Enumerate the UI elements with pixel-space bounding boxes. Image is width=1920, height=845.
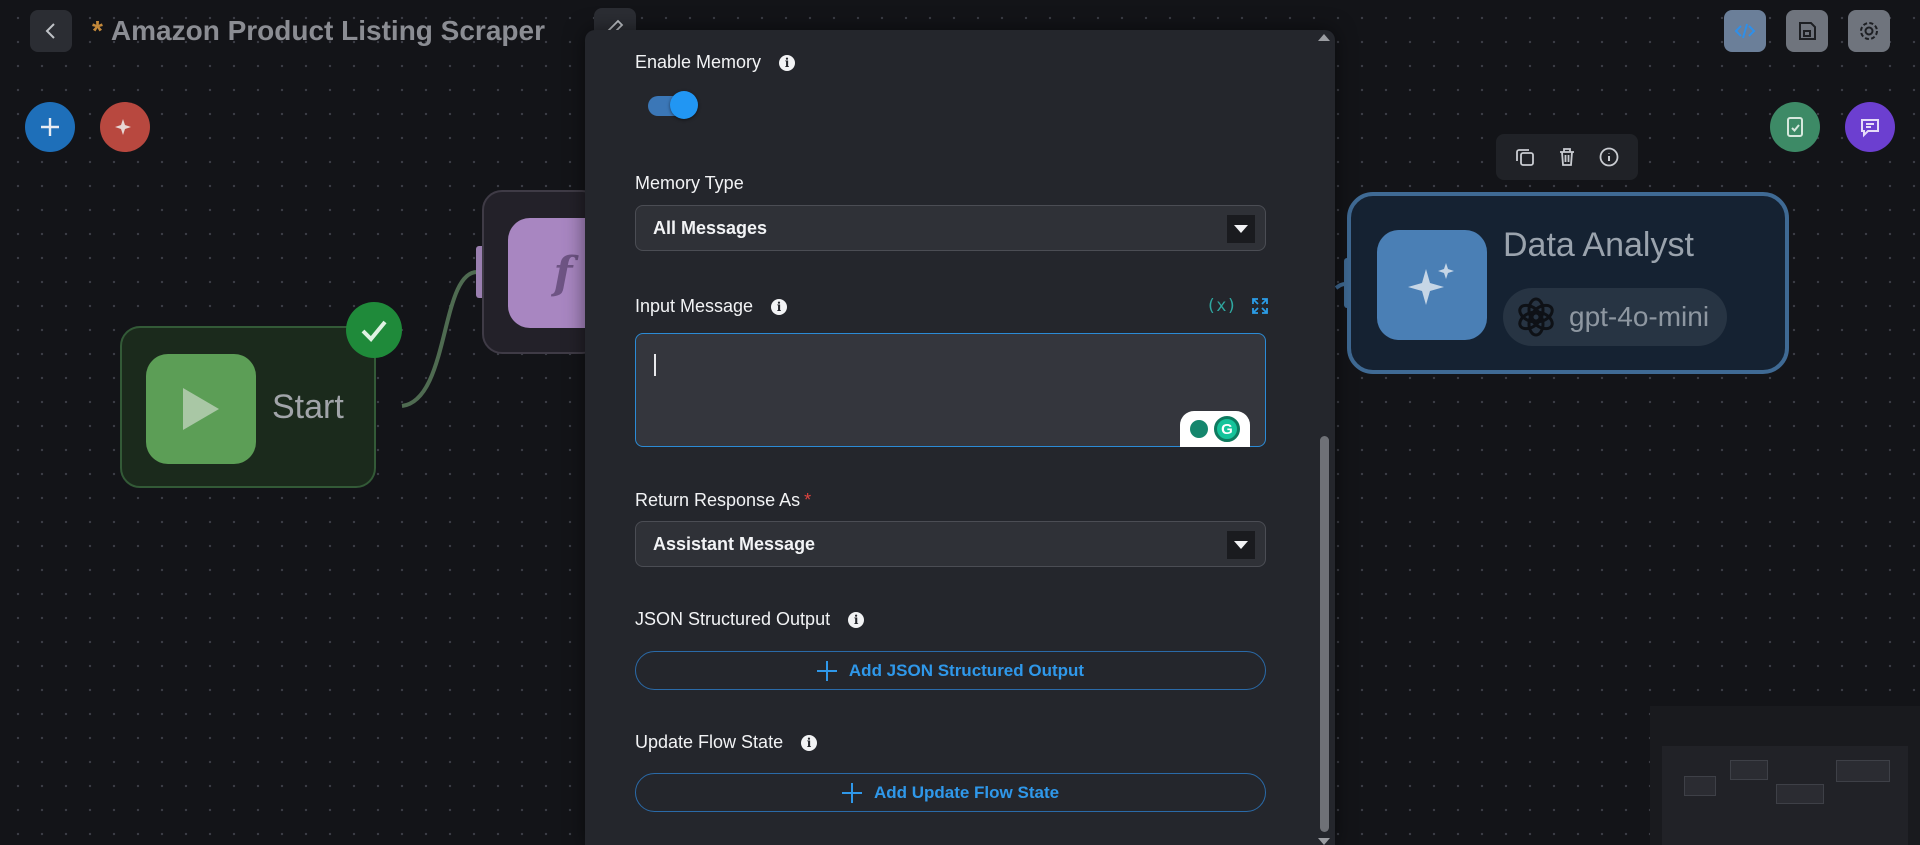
info-icon[interactable] [1598, 146, 1620, 168]
text-cursor [654, 354, 656, 376]
input-message-label-row: Input Message i [635, 296, 788, 317]
chevron-down-icon [1227, 531, 1255, 559]
info-icon[interactable]: i [848, 611, 865, 628]
info-icon[interactable]: i [801, 734, 818, 751]
json-output-label: JSON Structured Output [635, 609, 831, 629]
enable-memory-label: Enable Memory [635, 52, 762, 72]
update-flow-state-label: Update Flow State [635, 732, 784, 752]
info-icon[interactable]: i [779, 54, 796, 71]
expand-icon[interactable] [1251, 297, 1269, 315]
memory-type-label-row: Memory Type [635, 173, 744, 194]
plus-icon [841, 782, 862, 803]
function-icon: f [553, 247, 573, 299]
input-message-label: Input Message [635, 296, 754, 316]
start-node[interactable]: Start [120, 326, 376, 488]
grammarly-logo-icon: G [1214, 416, 1240, 442]
variable-icon[interactable]: (x) [1206, 296, 1237, 316]
minimap-node [1730, 760, 1768, 780]
memory-type-value: All Messages [653, 217, 768, 238]
scroll-up-arrow[interactable] [1318, 34, 1330, 41]
trash-icon[interactable] [1556, 146, 1578, 168]
return-response-select[interactable]: Assistant Message [635, 521, 1266, 567]
custom-function-node[interactable]: f [482, 190, 602, 354]
copy-icon[interactable] [1514, 146, 1536, 168]
minimap-node [1836, 760, 1890, 782]
agent-node-name: Data Analyst [1503, 226, 1694, 264]
start-node-icon-box [146, 354, 256, 464]
return-response-label: Return Response As [635, 490, 801, 510]
add-update-flow-state-button[interactable]: Add Update Flow State [635, 773, 1266, 812]
info-icon[interactable]: i [771, 298, 788, 315]
play-icon [183, 388, 219, 430]
agent-model-name: gpt-4o-mini [1569, 301, 1710, 332]
memory-type-label: Memory Type [635, 173, 744, 193]
lightbulb-icon [1190, 420, 1208, 438]
input-message-textarea[interactable] [635, 333, 1266, 447]
agent-node-icon-box [1377, 230, 1487, 340]
json-output-label-row: JSON Structured Output i [635, 609, 865, 630]
sparkles-icon [1408, 263, 1454, 305]
start-node-label: Start [272, 388, 344, 426]
check-icon [361, 320, 387, 342]
chevron-down-icon [1227, 215, 1255, 243]
required-marker: * [804, 490, 812, 510]
minimap-node [1776, 784, 1824, 804]
return-response-value: Assistant Message [653, 533, 816, 554]
node-toolbar [1496, 134, 1638, 180]
input-message-tools: (x) [1206, 296, 1269, 316]
add-update-flow-state-label: Add Update Flow State [873, 782, 1060, 802]
model-chip: gpt-4o-mini [1503, 288, 1728, 346]
toggle-knob [670, 91, 698, 119]
agent-node[interactable]: Data Analyst gpt-4o-mini [1347, 192, 1789, 374]
enable-memory-label-row: Enable Memory i [635, 52, 796, 73]
enable-memory-toggle[interactable] [648, 91, 698, 119]
plus-icon [816, 660, 837, 681]
minimap-viewport [1662, 746, 1908, 845]
add-json-structured-output-button[interactable]: Add JSON Structured Output [635, 651, 1266, 690]
panel-scrollbar-thumb[interactable] [1320, 436, 1329, 832]
return-response-label-row: Return Response As * [635, 490, 811, 511]
grammarly-widget[interactable]: G [1180, 411, 1250, 447]
memory-type-select[interactable]: All Messages [635, 205, 1266, 251]
openai-logo-icon [1518, 297, 1554, 337]
minimap-node [1684, 776, 1716, 796]
add-json-output-label: Add JSON Structured Output [848, 660, 1085, 680]
minimap[interactable] [1650, 706, 1920, 845]
start-node-success-badge [346, 302, 402, 358]
scroll-down-arrow[interactable] [1318, 838, 1330, 845]
update-flow-state-label-row: Update Flow State i [635, 732, 818, 753]
